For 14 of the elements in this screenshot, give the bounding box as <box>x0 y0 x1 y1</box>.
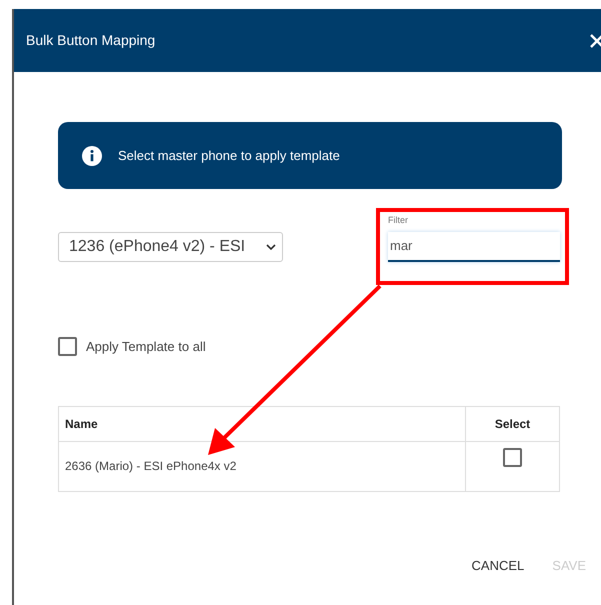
phone-select[interactable]: 1236 (ePhone4 v2) - ESI <box>58 232 283 262</box>
checkbox[interactable] <box>503 448 522 466</box>
chevron-down-icon <box>266 244 276 250</box>
dialog-title: Bulk Button Mapping <box>26 31 156 50</box>
filter-label: Filter <box>388 214 409 227</box>
banner-text: Select master phone to apply template <box>118 146 340 165</box>
column-header: Select <box>466 406 560 441</box>
dialog-button[interactable]: CANCEL <box>472 556 524 575</box>
checkbox-label: Apply Template to all <box>86 338 206 356</box>
column-header: Name <box>58 406 466 441</box>
checkbox[interactable] <box>58 337 77 356</box>
filter-field[interactable]: mar <box>388 232 560 262</box>
close-icon[interactable] <box>589 32 601 48</box>
info-icon <box>82 146 102 166</box>
